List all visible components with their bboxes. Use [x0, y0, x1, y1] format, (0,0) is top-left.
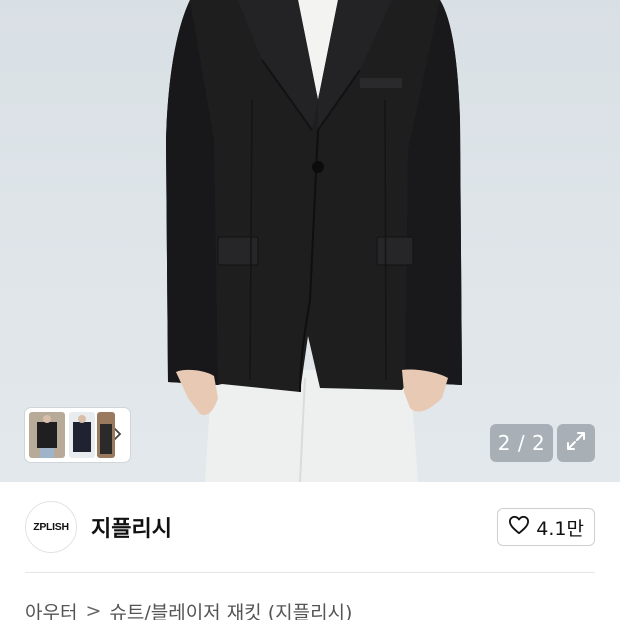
image-page-counter: 2 / 2 [490, 424, 553, 462]
thumbnail-strip[interactable] [25, 408, 130, 462]
brand-name[interactable]: 지플리시 [91, 511, 172, 543]
breadcrumb-subcategory[interactable]: 슈트/블레이저 재킷 (지플리시) [109, 598, 352, 620]
thumbnail-image-2[interactable] [69, 412, 95, 458]
breadcrumb: 아우터 > 슈트/블레이저 재킷 (지플리시) [25, 598, 352, 620]
like-button[interactable]: 4.1만 [497, 508, 595, 546]
breadcrumb-separator: > [85, 600, 102, 620]
thumbnail-image-3[interactable] [97, 412, 115, 458]
thumbnail-image-1[interactable] [29, 412, 65, 458]
brand-row: ZPLISH 지플리시 4.1만 [25, 501, 595, 553]
brand-logo[interactable]: ZPLISH [25, 501, 77, 553]
expand-button[interactable] [557, 424, 595, 462]
expand-arrows-icon [565, 430, 587, 456]
divider [25, 572, 595, 573]
breadcrumb-category[interactable]: 아우터 [25, 598, 77, 620]
like-count: 4.1만 [536, 517, 584, 540]
heart-outline-icon [508, 515, 530, 540]
product-image[interactable]: 2 / 2 [0, 0, 620, 482]
